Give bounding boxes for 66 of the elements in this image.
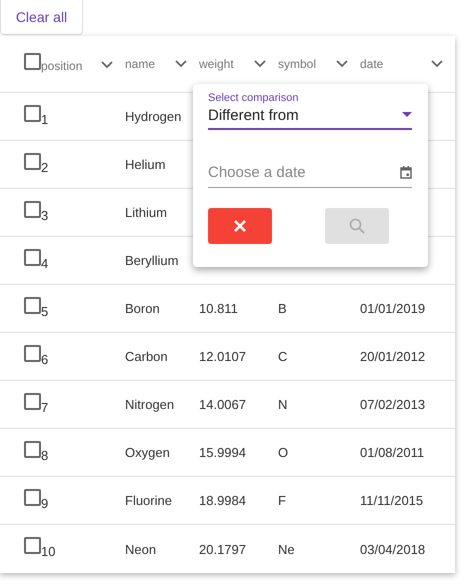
table-cell: 12.0107 xyxy=(199,349,246,364)
table-cell: Oxygen xyxy=(125,445,170,460)
table-cell: 18.9984 xyxy=(199,493,246,508)
calendar-icon[interactable] xyxy=(400,166,412,179)
table-cell: 10.811 xyxy=(199,301,238,316)
checkbox[interactable] xyxy=(24,345,41,362)
table-cell: Helium xyxy=(125,157,166,172)
table-cell: 01/01/2019 xyxy=(360,301,426,316)
table-cell: Fluorine xyxy=(125,493,172,508)
table-cell: Beryllium xyxy=(125,253,178,268)
column-header[interactable]: weight xyxy=(199,57,234,71)
comparison-select[interactable]: Select comparison Different from xyxy=(208,92,412,130)
table-cell: Ne xyxy=(278,542,295,556)
table-cell: Neon xyxy=(125,542,156,556)
checkbox[interactable] xyxy=(24,489,41,506)
checkbox[interactable] xyxy=(24,537,41,554)
table-cell: 07/02/2013 xyxy=(360,397,426,412)
table-cell: 01/08/2011 xyxy=(360,445,424,460)
column-header[interactable]: name xyxy=(125,57,156,71)
table-cell: 9 xyxy=(41,496,48,511)
chevron-down-icon[interactable] xyxy=(101,61,113,69)
search-icon xyxy=(349,218,365,234)
table-cell: Boron xyxy=(125,301,160,316)
dropdown-arrow-icon xyxy=(402,112,412,116)
checkbox[interactable] xyxy=(24,53,41,70)
checkbox[interactable] xyxy=(24,393,41,410)
table-cell: N xyxy=(278,397,288,412)
table-cell: 10 xyxy=(41,544,56,559)
table-cell: 20/01/2012 xyxy=(360,349,426,364)
table-cell: 5 xyxy=(41,304,48,319)
table-cell: 03/04/2018 xyxy=(360,542,426,556)
clear-all-button[interactable]: Clear all xyxy=(0,0,83,35)
chevron-down-icon[interactable] xyxy=(175,60,187,68)
table-cell: Carbon xyxy=(125,349,168,364)
chevron-down-icon[interactable] xyxy=(254,60,266,68)
column-header[interactable]: position xyxy=(41,59,82,73)
column-header[interactable]: date xyxy=(360,57,384,71)
table-cell: B xyxy=(278,301,287,316)
table-cell: 7 xyxy=(41,400,48,415)
table-cell: F xyxy=(278,493,286,508)
table-cell: O xyxy=(278,445,288,460)
table-cell: 4 xyxy=(41,256,48,271)
table-cell: 3 xyxy=(41,208,48,223)
close-icon xyxy=(233,219,247,233)
checkbox[interactable] xyxy=(24,441,41,458)
checkbox[interactable] xyxy=(24,249,41,266)
checkbox[interactable] xyxy=(24,153,41,170)
table-cell: 6 xyxy=(41,352,48,367)
table-cell: 14.0067 xyxy=(199,397,246,412)
column-header[interactable]: symbol xyxy=(278,57,316,71)
table-cell: 20.1797 xyxy=(199,542,246,556)
chevron-down-icon[interactable] xyxy=(336,60,348,68)
table-cell: 2 xyxy=(41,160,48,175)
checkbox[interactable] xyxy=(24,201,41,218)
checkbox[interactable] xyxy=(24,105,41,122)
table-cell: C xyxy=(278,349,288,364)
table-cell: Hydrogen xyxy=(125,109,182,124)
table-cell: 15.9994 xyxy=(199,445,246,460)
cancel-button[interactable] xyxy=(208,208,272,244)
table-cell: 11/11/2015 xyxy=(360,493,424,508)
table-cell: 1 xyxy=(41,112,48,127)
table-cell: 8 xyxy=(41,448,48,463)
checkbox[interactable] xyxy=(24,297,41,314)
chevron-down-icon[interactable] xyxy=(431,60,443,68)
table-cell: Nitrogen xyxy=(125,397,174,412)
table-cell: Lithium xyxy=(125,205,167,220)
